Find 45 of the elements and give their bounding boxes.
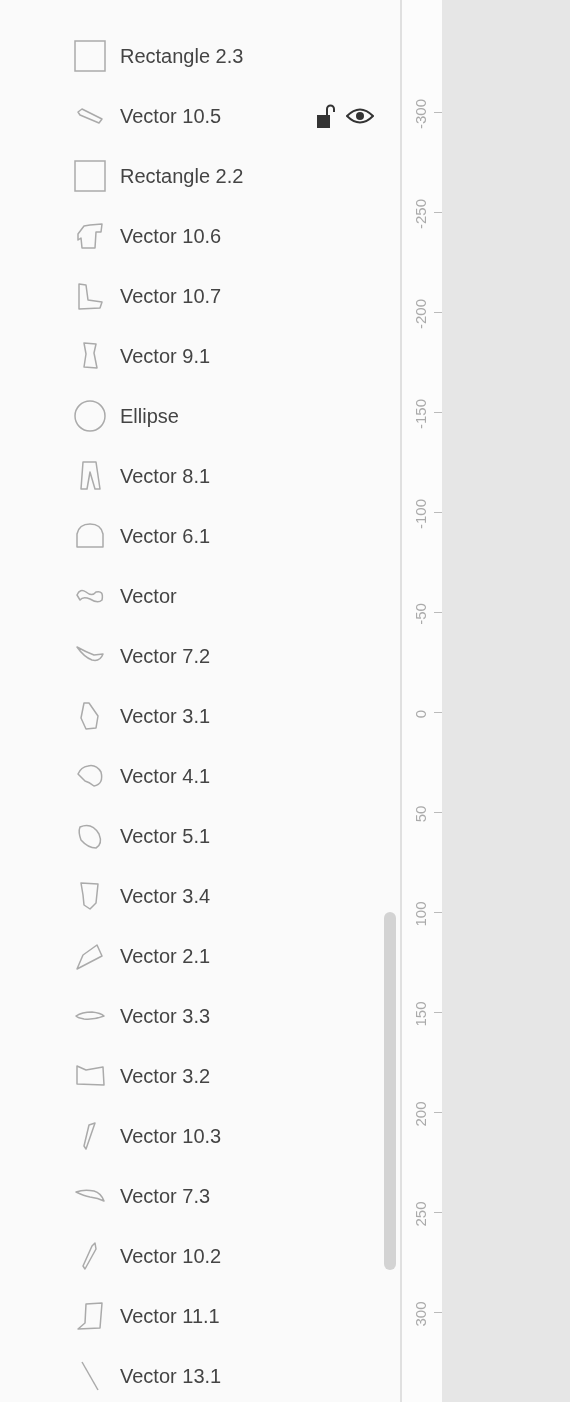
unlock-icon[interactable] (317, 104, 336, 128)
layer-name[interactable]: Vector (120, 584, 374, 608)
ruler-label: 300 (411, 1301, 429, 1327)
layer-name[interactable]: Vector 3.3 (120, 1004, 374, 1028)
scrollbar-thumb[interactable] (384, 912, 396, 1270)
ruler-label: -300 (411, 99, 429, 129)
layer-name[interactable]: Rectangle 2.2 (120, 164, 374, 188)
layer-name[interactable]: Vector 11.1 (120, 1304, 374, 1328)
eye-icon[interactable] (346, 107, 374, 125)
layer-name[interactable]: Vector 9.1 (120, 344, 374, 368)
layer-name[interactable]: Vector 2.1 (120, 944, 374, 968)
layer-name[interactable]: Vector 5.1 (120, 824, 374, 848)
circle-icon (74, 400, 106, 432)
vector-shape-icon (74, 220, 106, 252)
ruler-label: -200 (411, 299, 429, 329)
ruler-label: 200 (411, 1101, 429, 1127)
layer-name[interactable]: Vector 4.1 (120, 764, 374, 788)
rectangle-icon (74, 160, 106, 192)
ruler-label: 50 (411, 805, 429, 823)
layer-name[interactable]: Vector 3.2 (120, 1064, 374, 1088)
layer-name[interactable]: Rectangle 2.3 (120, 44, 374, 68)
ruler-label: 250 (411, 1201, 429, 1227)
vector-shape-icon (74, 1011, 106, 1021)
layer-name[interactable]: Vector 3.1 (120, 704, 374, 728)
ruler-label: -150 (411, 399, 429, 429)
layer-name[interactable]: Vector 10.3 (120, 1124, 374, 1148)
rectangle-icon (74, 40, 106, 72)
layer-name[interactable]: Ellipse (120, 404, 374, 428)
layer-name[interactable]: Vector 10.7 (120, 284, 374, 308)
layer-name[interactable]: Vector 10.5 (120, 104, 303, 128)
ruler-label: 150 (411, 1001, 429, 1027)
ruler-label: -50 (411, 603, 429, 625)
layer-name[interactable]: Vector 6.1 (120, 524, 374, 548)
layer-name[interactable]: Vector 8.1 (120, 464, 374, 488)
ruler-label: 0 (411, 709, 429, 719)
layer-name[interactable]: Vector 3.4 (120, 884, 374, 908)
layer-name[interactable]: Vector 7.2 (120, 644, 374, 668)
ruler-label: -100 (411, 499, 429, 529)
layer-name[interactable]: Vector 13.1 (120, 1364, 374, 1388)
ruler-label: 100 (411, 901, 429, 927)
layer-name[interactable]: Vector 10.6 (120, 224, 374, 248)
ruler-label: -250 (411, 199, 429, 229)
layer-name[interactable]: Vector 10.2 (120, 1244, 374, 1268)
vector-shape-icon (74, 1300, 106, 1332)
layer-name[interactable]: Vector 7.3 (120, 1184, 374, 1208)
